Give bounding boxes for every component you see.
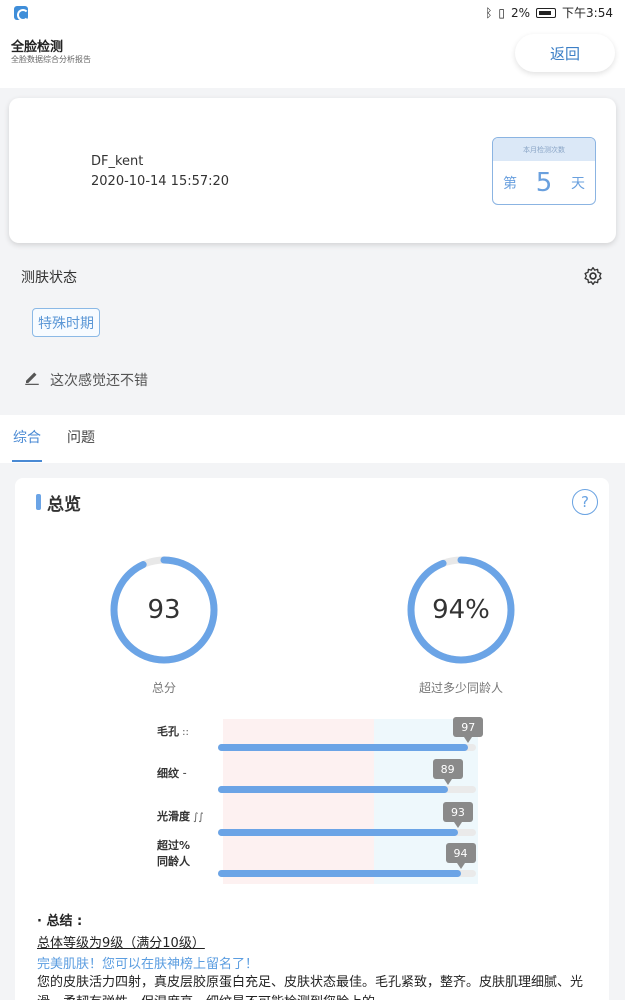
calendar-suffix: 天	[570, 175, 585, 192]
summary-heading: · 总结 :	[37, 914, 83, 929]
calendar-prefix: 第	[503, 175, 517, 192]
summary-level: 总体等级为9级（满分10级）	[37, 936, 205, 951]
monthly-count-calendar: 本月检测次数 第 5 天	[492, 137, 596, 205]
summary-highlight: 完美肌肤！您可以在肤神榜上留名了！	[37, 957, 259, 972]
battery-percent: 2%	[511, 5, 531, 20]
vibrate-icon: ▯	[498, 5, 505, 20]
tab-problems[interactable]: 问题	[67, 427, 95, 447]
metric-label: 光滑度 ∫∫	[157, 810, 204, 823]
tab-overall[interactable]: 综合	[13, 427, 41, 447]
clock: 下午3:54	[562, 6, 613, 20]
metric-value-bubble: 97	[453, 717, 484, 743]
skin-status-label: 测肤状态	[21, 270, 77, 286]
status-tag[interactable]: 特殊时期	[32, 308, 100, 337]
app-icon	[14, 6, 29, 21]
pencil-icon[interactable]	[23, 368, 41, 386]
metric-icon: ::	[179, 727, 189, 738]
metric-label: 超过% 同龄人	[157, 839, 191, 868]
metric-fill	[218, 744, 469, 751]
status-bar: ᛒ ▯ 2% 下午3:54	[0, 0, 625, 26]
metric-value-bubble: 93	[442, 802, 473, 828]
tab-bar: 综合 问题	[0, 415, 625, 463]
username: DF_kent	[91, 154, 144, 169]
battery-icon	[536, 7, 557, 18]
page-subtitle: 全脸数据综合分析报告	[11, 55, 91, 64]
metric-fill	[218, 786, 448, 793]
metric-fill	[218, 870, 461, 877]
calendar-count: 5	[535, 167, 553, 198]
test-datetime: 2020-10-14 15:57:20	[91, 174, 230, 189]
metric-label: 毛孔 ::	[157, 725, 189, 738]
metric-value-bubble: 89	[432, 759, 463, 785]
metric-value-bubble: 94	[445, 843, 476, 869]
skin-status-section: 测肤状态 特殊时期 这次感觉还不错	[9, 258, 616, 410]
user-card: DF_kent 2020-10-14 15:57:20 本月检测次数 第 5 天	[9, 98, 616, 243]
page-title: 全脸检测	[11, 40, 64, 55]
metric-icon: ∫∫	[190, 812, 204, 823]
app-header: 全脸检测 全脸数据综合分析报告 返回	[0, 26, 625, 88]
summary-section: · 总结 : 总体等级为9级（满分10级） 完美肌肤！您可以在肤神榜上留名了！ …	[37, 910, 602, 1000]
metric-icon: ⁃	[179, 769, 188, 780]
status-note[interactable]: 这次感觉还不错	[50, 370, 148, 390]
metric-fill	[218, 829, 458, 836]
active-tab-indicator	[12, 460, 42, 462]
calendar-header: 本月检测次数	[493, 138, 595, 161]
overview-card: 总览 ? 93 总分 94% 超过多少同龄人 毛孔 :: 97 细纹 ⁃ 89 光滑度 …	[15, 478, 609, 1000]
bluetooth-icon: ᛒ	[485, 5, 493, 20]
back-button[interactable]: 返回	[515, 34, 615, 72]
status-right: ᛒ ▯ 2% 下午3:54	[485, 4, 613, 21]
metric-label: 细纹 ⁃	[157, 767, 188, 780]
gear-icon[interactable]	[583, 266, 603, 286]
summary-body: 您的皮肤活力四射，真皮层胶原蛋白充足、皮肤状态最佳。毛孔紧致，整齐。皮肤肌理细腻…	[37, 975, 584, 1000]
